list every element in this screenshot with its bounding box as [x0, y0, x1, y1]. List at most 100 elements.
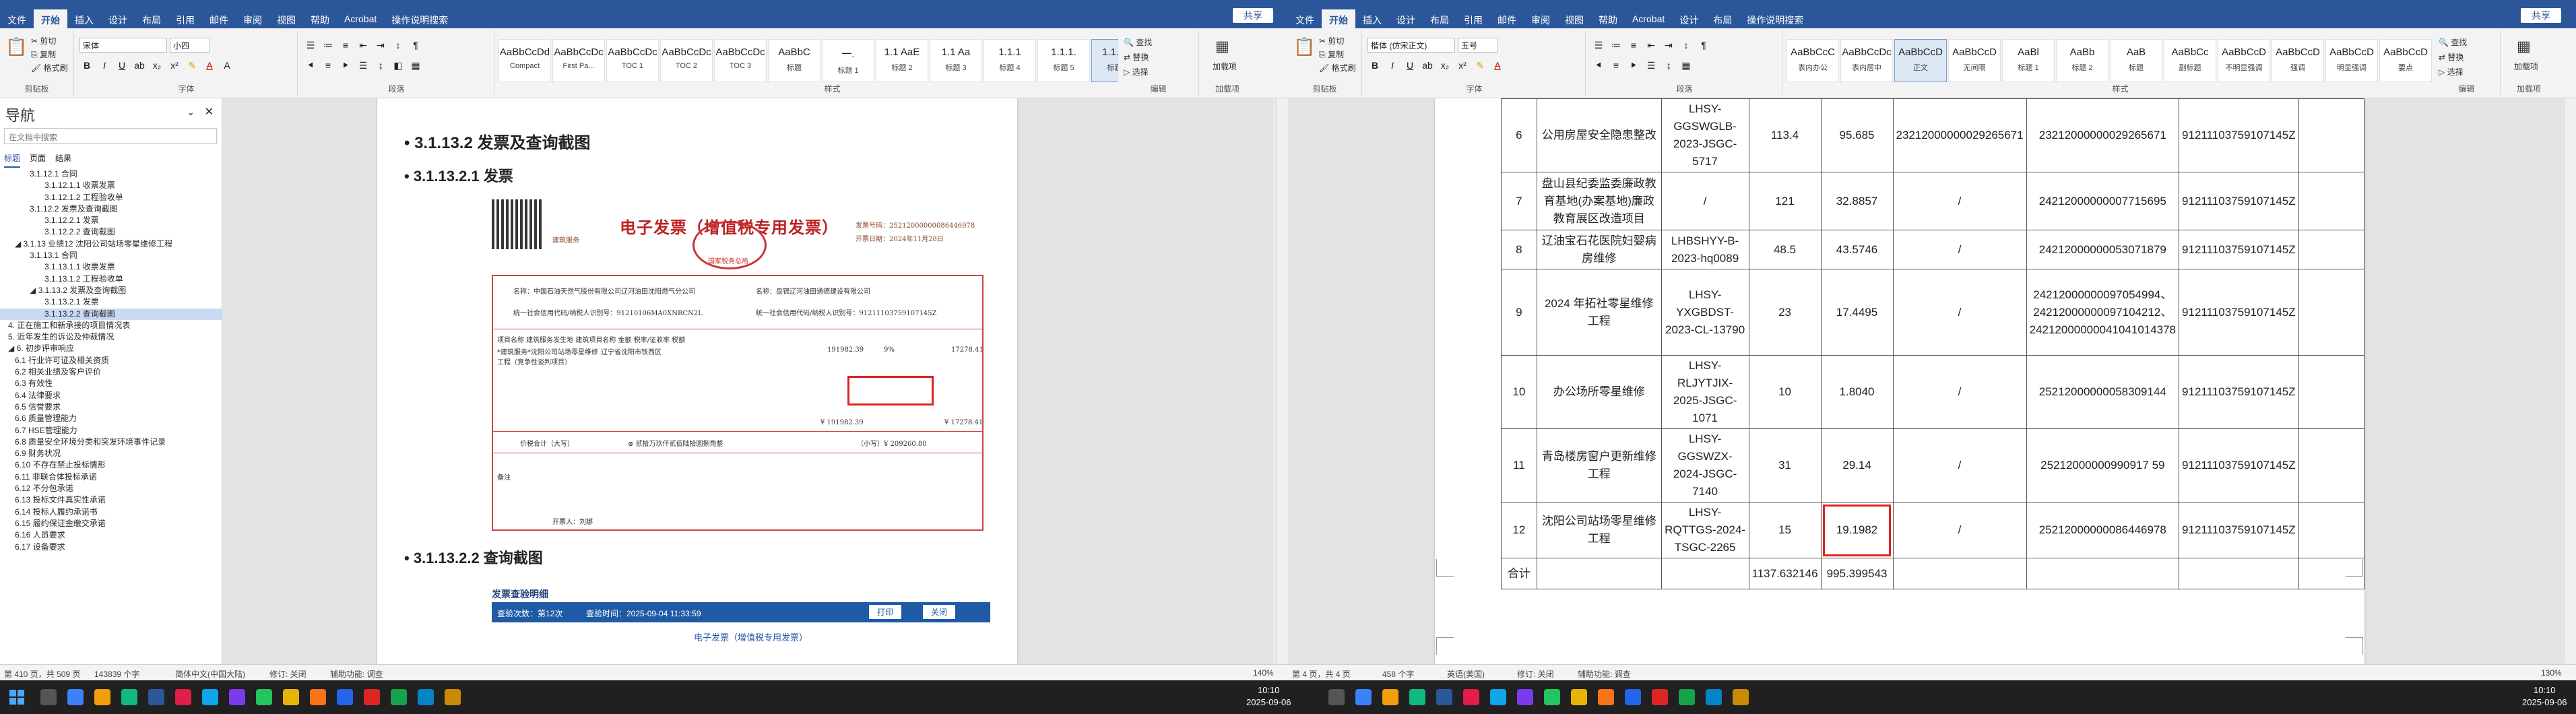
cell-invoice[interactable]: / [1892, 230, 2027, 269]
cell-extra[interactable] [2298, 230, 2365, 269]
numbering-icon[interactable]: ≔ [321, 38, 335, 53]
paste-icon[interactable]: 📋 [5, 36, 27, 57]
highlight-icon[interactable]: ✎ [185, 58, 199, 73]
style-10[interactable]: 1.1.1. 标题 5 [1037, 39, 1090, 82]
sort-icon[interactable]: ↕ [391, 38, 406, 53]
nav-item[interactable]: 6.13 投标文件真实性承诺 [0, 494, 222, 506]
nav-item[interactable]: 3.1.12.2.1 发票 [0, 215, 222, 226]
track-changes-status[interactable]: 修订: 关闭 [1517, 668, 1554, 680]
strikethrough-button[interactable]: ab [1420, 58, 1435, 73]
style-10[interactable]: AaBbCcD 明显强调 [2325, 39, 2378, 82]
font-size-combo[interactable]: 小四 [170, 38, 210, 53]
tab-1[interactable]: 开始 [1322, 9, 1355, 28]
cell-amount[interactable]: 15 [1748, 502, 1822, 558]
cell-no[interactable]: 合计 [1501, 558, 1537, 589]
tab-6[interactable]: 邮件 [202, 9, 236, 28]
taskbar-app-icon[interactable] [1625, 689, 1641, 705]
style-1[interactable]: AaBbCcDc 表内居中 [1840, 39, 1893, 82]
taskbar-app-icon[interactable] [229, 689, 245, 705]
nav-item[interactable]: 3.1.12.1 合同 [0, 168, 222, 180]
nav-item[interactable]: 6.2 相关业绩及客户评价 [0, 366, 222, 378]
track-changes-status[interactable]: 修订: 关闭 [269, 668, 307, 680]
bold-button[interactable]: B [1367, 58, 1382, 73]
taskbar-app-icon[interactable] [1706, 689, 1722, 705]
nav-item[interactable]: 4. 正在施工和新承接的项目情况表 [0, 320, 222, 331]
font-name-combo[interactable]: 宋体 [79, 38, 167, 53]
accessibility-status[interactable]: 辅助功能: 调查 [1578, 668, 1631, 680]
find-button[interactable]: 🔍 查找 [1124, 36, 1152, 48]
cell-extra[interactable] [2298, 428, 2365, 502]
cell-name[interactable] [1536, 558, 1662, 589]
cell-invoice2[interactable]: 25212000000086446978 [2026, 502, 2180, 558]
style-7[interactable]: 1.1 AaE 标题 2 [876, 39, 928, 82]
nav-item[interactable]: 3.1.12.1.2 工程验收单 [0, 192, 222, 203]
taskbar-app-icon[interactable] [1355, 689, 1372, 705]
cell-invoice[interactable]: 23212000000029265671 [1892, 98, 2027, 172]
addin-button[interactable]: 加载项 [1213, 61, 1237, 72]
cell-amount[interactable]: 23 [1748, 269, 1822, 356]
taskbar-app-icon[interactable] [1733, 689, 1749, 705]
font-size-combo[interactable]: 五号 [1458, 38, 1498, 53]
cell-ratio[interactable]: 1.8040 [1820, 355, 1894, 429]
font-color-button[interactable]: A [202, 58, 217, 73]
copy-button[interactable]: ⎘ 复制 [1319, 48, 1344, 60]
nav-item[interactable]: ◢ 3.1.13 业绩12 沈阳公司站场零星维修工程 [0, 238, 222, 250]
cell-amount[interactable]: 1137.632146 [1748, 558, 1822, 589]
line-spacing-icon[interactable]: ↨ [373, 58, 388, 73]
cell-no[interactable]: 12 [1501, 502, 1537, 558]
cell-code[interactable]: LHSY-GGSWGLB-2023-JSGC-5717 [1661, 98, 1749, 172]
font-color-button[interactable]: A [1490, 58, 1505, 73]
tab-0[interactable]: 文件 [0, 9, 34, 28]
cell-code[interactable]: LHSY-RLJYTJIX-2025-JSGC-1071 [1661, 355, 1749, 429]
cell-invoice[interactable]: / [1892, 269, 2027, 356]
underline-button[interactable]: U [1403, 58, 1417, 73]
expand-arrow-icon[interactable]: ◢ [15, 239, 24, 249]
cell-ratio[interactable]: 17.4495 [1820, 269, 1894, 356]
tab-4[interactable]: 布局 [135, 9, 168, 28]
cell-name[interactable]: 沈阳公司站场零星维修工程 [1536, 502, 1662, 558]
italic-button[interactable]: I [97, 58, 112, 73]
taskbar-app-icon[interactable] [202, 689, 218, 705]
nav-item[interactable]: 3.1.13.2.1 发票 [0, 296, 222, 308]
cut-button[interactable]: ✂ 剪切 [31, 35, 56, 46]
cell-no[interactable]: 8 [1501, 230, 1537, 269]
addin-icon[interactable]: ▦ [1215, 38, 1229, 55]
nav-options-icon[interactable]: ⌄ [187, 106, 195, 118]
nav-item[interactable]: 6.12 不分包承诺 [0, 483, 222, 494]
tab-10[interactable]: Acrobat [337, 9, 384, 28]
nav-item[interactable]: 3.1.12.2.2 查询截图 [0, 226, 222, 238]
nav-item[interactable]: ◢ 3.1.13.2 发票及查询截图 [0, 285, 222, 296]
close-icon[interactable]: ✕ [205, 105, 214, 119]
taskbar-app-icon[interactable] [1328, 689, 1345, 705]
accessibility-status[interactable]: 辅助功能: 调查 [330, 668, 383, 680]
nav-item[interactable]: 6.5 信誉要求 [0, 401, 222, 413]
style-11[interactable]: AaBbCcD 要点 [2379, 39, 2432, 82]
cell-code[interactable]: LHBSHYY-B-2023-hq0089 [1661, 230, 1749, 269]
nav-item[interactable]: 6.16 人员要求 [0, 529, 222, 541]
nav-item[interactable]: 3.1.13.1.1 收票发票 [0, 261, 222, 273]
nav-item[interactable]: ◢ 6. 初步评审响应 [0, 343, 222, 354]
cell-taxid[interactable]: 91211103759107145Z [2179, 428, 2299, 502]
cell-extra[interactable] [2298, 98, 2365, 172]
tab-7[interactable]: 审阅 [236, 9, 269, 28]
taskbar-app-icon[interactable] [175, 689, 191, 705]
taskbar-app-icon[interactable] [1436, 689, 1452, 705]
cell-invoice[interactable]: / [1892, 355, 2027, 429]
taskbar-app-icon[interactable] [94, 689, 110, 705]
style-9[interactable]: AaBbCcD 强调 [2272, 39, 2324, 82]
tab-0[interactable]: 文件 [1288, 9, 1322, 28]
increase-indent-icon[interactable]: ⇥ [373, 38, 388, 53]
cell-code[interactable]: LHSY-GGSWZX-2024-JSGC-7140 [1661, 428, 1749, 502]
style-8[interactable]: 1.1 Aa 标题 3 [930, 39, 982, 82]
taskbar-app-icon[interactable] [67, 689, 84, 705]
style-2[interactable]: AaBbCcDc TOC 1 [606, 39, 659, 82]
align-right-icon[interactable]: ⯈ [338, 58, 353, 73]
cell-invoice2[interactable]: 23212000000029265671 [2026, 98, 2180, 172]
print-button[interactable]: 打印 [869, 605, 902, 619]
tab-7[interactable]: 审阅 [1524, 9, 1557, 28]
cell-code[interactable]: / [1661, 172, 1749, 230]
tab-13[interactable]: 操作说明搜索 [1739, 9, 1811, 28]
nav-item[interactable]: 6.9 财务状况 [0, 448, 222, 459]
cell-ratio[interactable]: 95.685 [1820, 98, 1894, 172]
justify-icon[interactable]: ☰ [1644, 58, 1659, 73]
